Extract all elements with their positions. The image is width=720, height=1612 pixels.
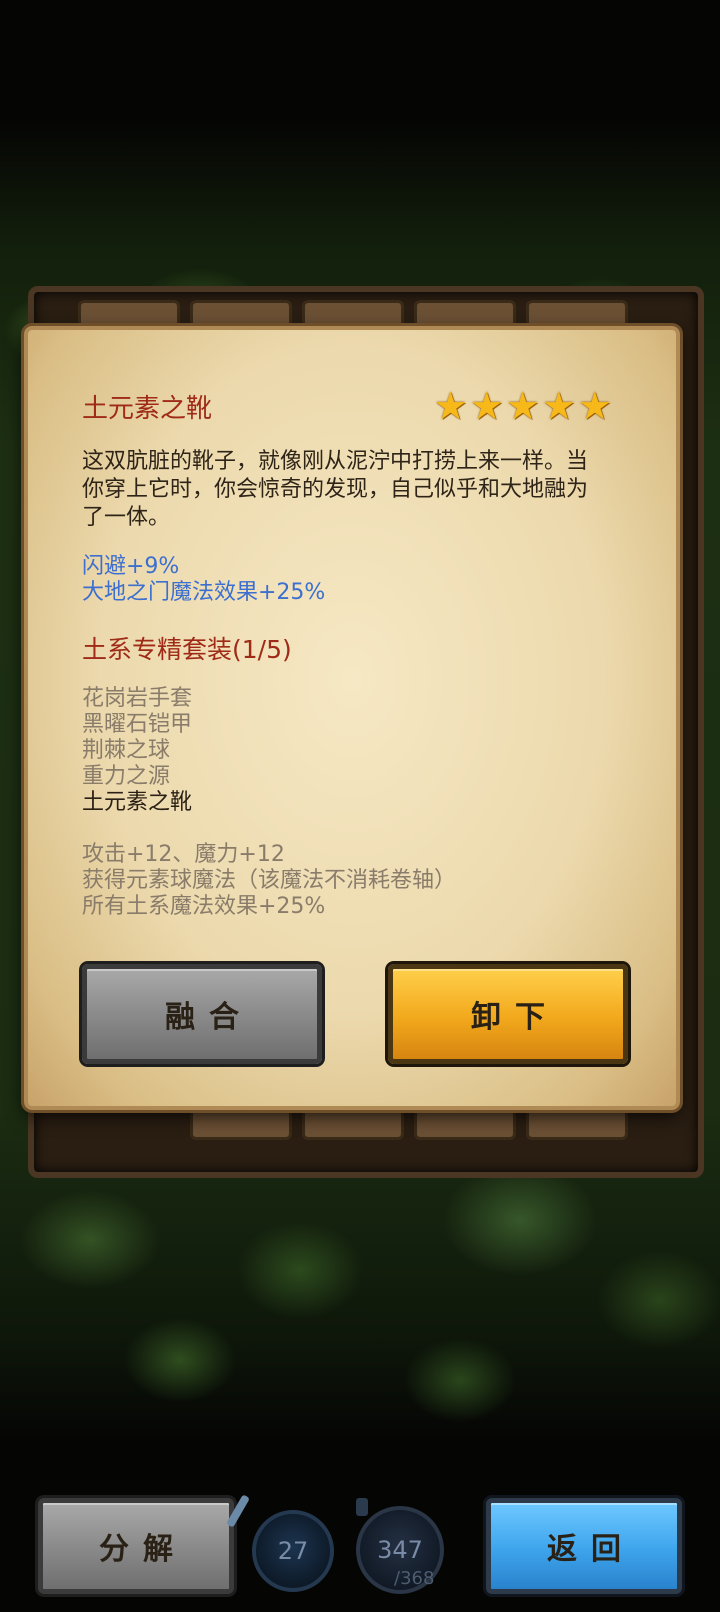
- mana-max: /368: [394, 1568, 435, 1589]
- set-item: 重力之源: [82, 764, 171, 789]
- set-item-owned: 土元素之靴: [82, 790, 193, 815]
- item-description: 这双肮脏的靴子，就像刚从泥泞中打捞上来一样。当你穿上它时，你会惊奇的发现，自己似…: [82, 449, 589, 530]
- set-item: 黑曜石铠甲: [82, 712, 193, 737]
- back-button[interactable]: 返回: [486, 1498, 682, 1594]
- set-title: 土系专精套装(1/5): [82, 635, 292, 664]
- decompose-button[interactable]: 分解: [38, 1498, 234, 1594]
- mana-current: 347: [377, 1536, 423, 1564]
- set-bonus-list: 攻击+12、魔力+12 获得元素球魔法（该魔法不消耗卷轴） 所有土系魔法效果+2…: [82, 842, 456, 920]
- fuse-button[interactable]: 融合: [82, 964, 322, 1064]
- scroll-counter-orb: 27: [252, 1510, 334, 1592]
- star-icon: ★: [541, 384, 576, 428]
- scroll-count: 27: [277, 1537, 309, 1565]
- star-icon: ★: [577, 384, 612, 428]
- item-bonus-list: 闪避+9% 大地之门魔法效果+25%: [82, 554, 325, 606]
- set-bonus: 攻击+12、魔力+12: [82, 842, 285, 867]
- item-name: 土元素之靴: [82, 394, 213, 424]
- star-icon: ★: [469, 384, 504, 428]
- star-icon: ★: [505, 384, 540, 428]
- set-bonus: 获得元素球魔法（该魔法不消耗卷轴）: [82, 868, 457, 893]
- potion-icon: [356, 1498, 368, 1516]
- set-item: 花岗岩手套: [82, 686, 193, 711]
- star-icon: ★: [433, 384, 468, 428]
- set-bonus: 所有土系魔法效果+25%: [82, 894, 326, 919]
- item-star-rating: ★ ★ ★ ★ ★: [434, 386, 612, 426]
- item-bonus: 闪避+9%: [82, 554, 180, 579]
- set-item: 荆棘之球: [82, 738, 171, 763]
- item-bonus: 大地之门魔法效果+25%: [82, 580, 326, 605]
- item-detail-panel: 土元素之靴 ★ ★ ★ ★ ★ 这双肮脏的靴子，就像刚从泥泞中打捞上来一样。当你穿上它时…: [24, 326, 680, 1110]
- set-item-list: 花岗岩手套 黑曜石铠甲 荆棘之球 重力之源 土元素之靴: [82, 686, 192, 816]
- unequip-button[interactable]: 卸下: [388, 964, 628, 1064]
